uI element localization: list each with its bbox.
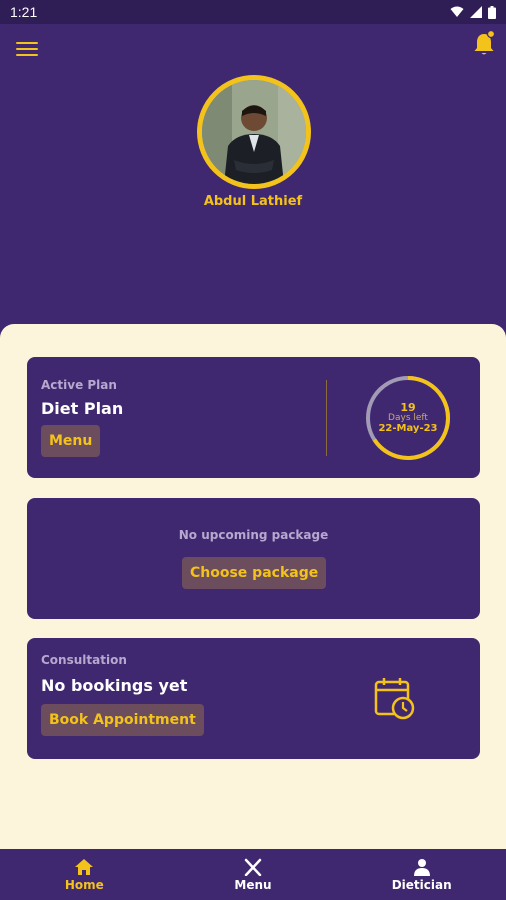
status-time: 1:21 <box>10 4 38 20</box>
status-bar: 1:21 <box>0 0 506 24</box>
days-count: 19 <box>400 400 416 414</box>
choose-package-button[interactable]: Choose package <box>182 557 327 589</box>
card-divider <box>326 380 327 456</box>
avatar[interactable] <box>197 75 311 189</box>
nav-label-home: Home <box>64 877 104 892</box>
nav-label-menu: Menu <box>234 877 272 892</box>
main-content: Active Plan Diet Plan Menu 19 Days left … <box>0 324 506 850</box>
no-package-text: No upcoming package <box>178 528 329 542</box>
avatar-photo <box>202 80 306 184</box>
signal-icon <box>470 6 482 18</box>
doctor-icon <box>413 858 430 876</box>
days-left-info: 19 Days left 22-May-23 <box>363 373 453 463</box>
nav-item-menu[interactable]: Menu <box>169 849 338 900</box>
wifi-icon <box>450 6 464 17</box>
active-plan-label: Active Plan <box>41 378 117 392</box>
nav-item-home[interactable]: Home <box>0 849 169 900</box>
status-icons <box>450 5 496 19</box>
active-plan-card[interactable]: Active Plan Diet Plan Menu 19 Days left … <box>27 357 480 478</box>
nav-label-dietician: Dietician <box>391 877 452 892</box>
plan-end-date: 22-May-23 <box>378 423 438 435</box>
plan-title: Diet Plan <box>41 399 124 418</box>
days-caption: Days left <box>388 412 428 423</box>
menu-button[interactable]: Menu <box>41 425 101 457</box>
profile-header: Abdul Lathief <box>0 24 506 324</box>
bottom-navigation: Home Menu Dietician <box>0 849 506 900</box>
nav-item-dietician[interactable]: Dietician <box>337 849 506 900</box>
hamburger-icon[interactable] <box>16 40 38 58</box>
upcoming-package-card: No upcoming package Choose package <box>27 498 480 619</box>
bell-icon[interactable] <box>472 30 496 58</box>
calendar-clock-icon[interactable] <box>374 676 416 720</box>
fork-knife-icon <box>244 858 262 876</box>
user-name: Abdul Lathief <box>203 194 303 209</box>
bookings-status: No bookings yet <box>41 676 188 695</box>
consultation-label: Consultation <box>41 653 127 667</box>
home-icon <box>75 858 94 875</box>
consultation-card: Consultation No bookings yet Book Appoin… <box>27 638 480 759</box>
battery-icon <box>488 5 496 19</box>
book-appointment-button[interactable]: Book Appointment <box>41 704 204 736</box>
